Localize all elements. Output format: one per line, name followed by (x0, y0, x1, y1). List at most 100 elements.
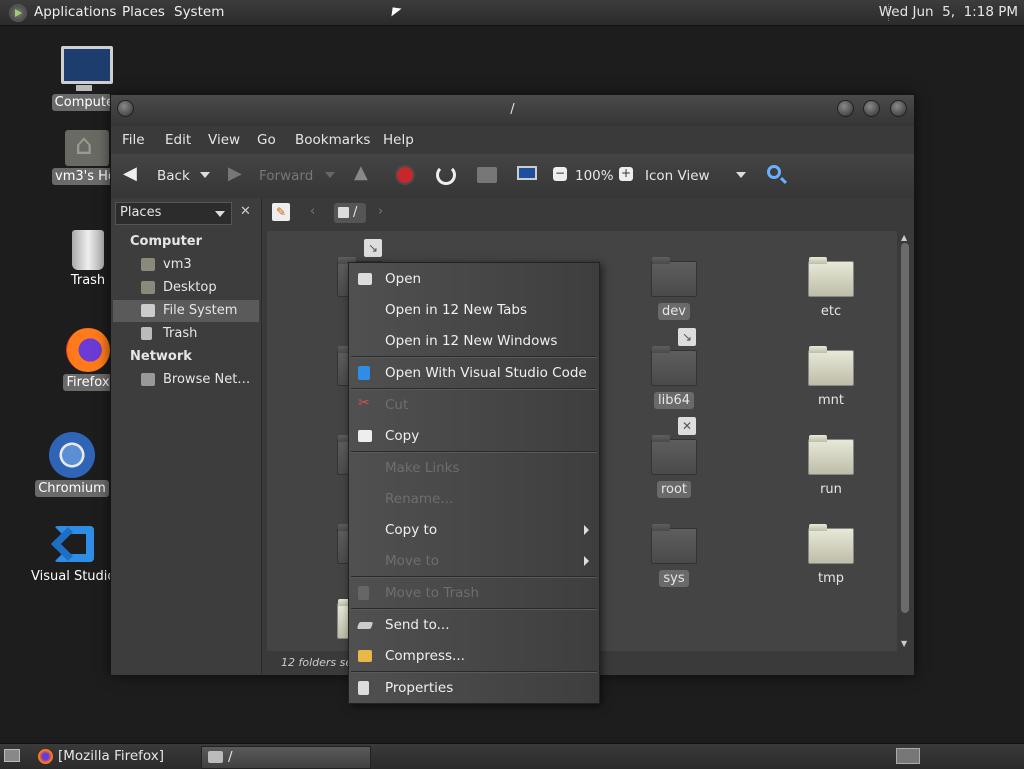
menu-help[interactable]: Help (383, 132, 414, 148)
ctx-label: Copy to (385, 522, 438, 538)
ctx-copy[interactable]: Copy (349, 421, 599, 451)
desktop-icon (141, 281, 155, 294)
sidebar-item-label: Desktop (163, 280, 217, 295)
path-right-arrow-icon[interactable]: › (378, 204, 383, 219)
system-menu[interactable]: System (174, 4, 224, 20)
sidebar-item-trash[interactable]: Trash (113, 323, 259, 345)
desktop-icon-vscode[interactable]: Visual Studio Code (24, 522, 124, 585)
ctx-open[interactable]: Open (349, 264, 599, 294)
reload-icon[interactable] (436, 165, 456, 185)
stop-icon[interactable] (395, 165, 415, 185)
sidebar: Places ✕ Computer vm3 Desktop File Syste… (111, 198, 262, 674)
menu-edit[interactable]: Edit (165, 132, 191, 148)
vertical-scrollbar[interactable]: ▲ ▼ (899, 233, 911, 651)
sidebar-close-button[interactable]: ✕ (235, 202, 256, 223)
taskbar-item-label: / (228, 749, 233, 765)
taskbar-item-firefox[interactable]: [Mozilla Firefox] (32, 746, 198, 767)
ctx-move-to: Move to (349, 546, 599, 576)
ctx-label: Compress... (385, 648, 465, 664)
path-button-root[interactable]: / (334, 203, 366, 223)
sidebar-item-desktop[interactable]: Desktop (113, 277, 259, 299)
search-icon[interactable] (767, 165, 781, 179)
ctx-label: Open (385, 271, 422, 287)
file-item[interactable]: mnt (786, 346, 876, 409)
back-button[interactable]: Back (157, 168, 190, 184)
submenu-arrow-icon (584, 525, 589, 535)
ctx-label: Cut (385, 397, 409, 413)
archive-icon (358, 650, 372, 662)
open-icon (358, 273, 372, 285)
path-button-label: / (353, 205, 358, 220)
maximize-button[interactable] (863, 100, 880, 117)
sidebar-selector-label: Places (120, 205, 162, 220)
home-icon[interactable] (477, 167, 497, 183)
view-mode-dropdown[interactable] (736, 172, 746, 178)
zoom-out-icon[interactable]: − (553, 167, 567, 181)
file-item[interactable]: lib64 (629, 346, 719, 409)
ctx-label: Copy (385, 428, 420, 444)
forward-history-dropdown (325, 172, 335, 178)
sidebar-item-vm3[interactable]: vm3 (113, 254, 259, 276)
sidebar-section-network: Network (130, 349, 192, 364)
file-label: mnt (818, 393, 844, 408)
view-mode-select[interactable]: Icon View (645, 168, 710, 184)
close-button[interactable] (890, 100, 907, 117)
applications-menu[interactable]: Applications (34, 4, 116, 20)
desktop-icon-chromium[interactable]: Chromium (22, 432, 122, 497)
file-item[interactable]: sys (629, 524, 719, 587)
clock[interactable]: Wed Jun 5, 1:18 PM (879, 4, 1018, 20)
ctx-copy-to[interactable]: Copy to (349, 515, 599, 545)
workspace-switcher[interactable] (896, 748, 920, 764)
sidebar-item-file-system[interactable]: File System (113, 300, 259, 322)
scroll-down-icon[interactable]: ▼ (901, 639, 907, 648)
menu-go[interactable]: Go (257, 132, 276, 148)
sidebar-item-browse-network[interactable]: Browse Net… (113, 369, 259, 391)
sidebar-selector[interactable]: Places (115, 202, 232, 225)
ctx-compress[interactable]: Compress... (349, 641, 599, 671)
drive-icon (338, 207, 349, 218)
file-item[interactable]: root (629, 435, 719, 498)
scissors-icon: ✂ (358, 395, 370, 411)
file-item[interactable]: dev (629, 257, 719, 320)
sidebar-item-label: File System (163, 303, 238, 318)
menu-file[interactable]: File (122, 132, 145, 148)
ctx-send-to[interactable]: Send to... (349, 610, 599, 640)
ctx-open-new-windows[interactable]: Open in 12 New Windows (349, 326, 599, 356)
forward-button: Forward (259, 168, 314, 184)
scroll-up-icon[interactable]: ▲ (901, 233, 907, 242)
menubar: File Edit View Go Bookmarks Help (111, 126, 914, 154)
ctx-open-with-vscode[interactable]: Open With Visual Studio Code (349, 358, 599, 388)
ctx-open-new-tabs[interactable]: Open in 12 New Tabs (349, 295, 599, 325)
ctx-label: Move to (385, 553, 440, 569)
sidebar-item-label: Trash (163, 326, 198, 341)
minimize-button[interactable] (837, 100, 854, 117)
computer-icon[interactable] (517, 166, 537, 180)
show-desktop-icon[interactable] (4, 749, 20, 762)
file-item[interactable]: tmp (786, 524, 876, 587)
ctx-rename: Rename... (349, 484, 599, 514)
up-arrow-icon[interactable]: ▲ (354, 162, 374, 183)
trash-icon (72, 230, 104, 270)
zoom-level[interactable]: 100% (575, 168, 614, 184)
ctx-properties[interactable]: Properties (349, 673, 599, 703)
forward-arrow-icon: ▶ (228, 163, 242, 184)
scrollbar-thumb[interactable] (901, 243, 909, 613)
path-left-arrow-icon[interactable]: ‹ (310, 204, 315, 219)
back-arrow-icon[interactable]: ◀ (123, 163, 143, 184)
menu-bookmarks[interactable]: Bookmarks (295, 132, 370, 148)
window-titlebar[interactable]: / (111, 95, 914, 126)
back-history-dropdown[interactable] (200, 172, 210, 178)
file-item[interactable]: etc (786, 257, 876, 320)
ctx-label: Send to... (385, 617, 450, 633)
edit-location-icon[interactable]: ✎ (272, 203, 290, 221)
firefox-icon (38, 749, 53, 764)
zoom-in-icon[interactable]: + (619, 167, 633, 181)
taskbar-item-label: [Mozilla Firefox] (58, 748, 165, 764)
desktop-icon-label: Chromium (35, 480, 109, 497)
taskbar-item-file-manager[interactable]: / (201, 746, 371, 769)
places-menu[interactable]: Places (122, 4, 165, 20)
file-item[interactable]: run (786, 435, 876, 498)
menu-view[interactable]: View (208, 132, 240, 148)
folder-icon (808, 257, 854, 297)
distro-logo-icon[interactable] (9, 4, 27, 22)
